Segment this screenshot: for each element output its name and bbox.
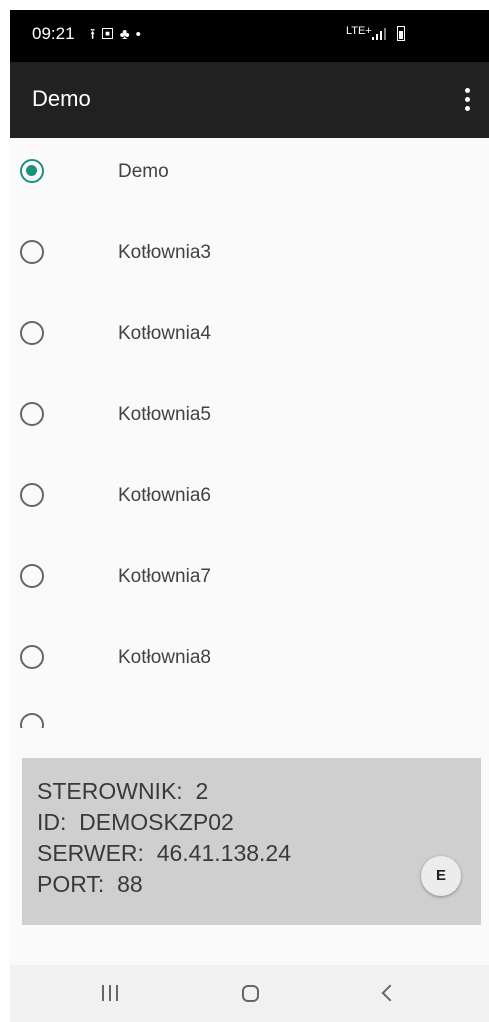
list-item-label: Kotłownia8 — [118, 647, 211, 668]
radio-button-checked[interactable] — [20, 159, 44, 183]
list-item-label: Kotłownia7 — [118, 566, 211, 587]
dot-icon: • — [135, 26, 147, 43]
list-item-kotlownia3[interactable]: Kotłownia3 — [10, 240, 489, 322]
battery-icon — [397, 26, 405, 41]
more-vert-icon[interactable] — [455, 86, 479, 114]
list-item-kotlownia7[interactable]: Kotłownia7 — [10, 564, 489, 646]
list-item-kotlownia5[interactable]: Kotłownia5 — [10, 402, 489, 484]
radio-button[interactable] — [20, 645, 44, 669]
toolbar-title: Demo — [32, 86, 91, 111]
list-item-label: Kotłownia4 — [118, 323, 211, 344]
list-item-demo[interactable]: Demo — [10, 159, 489, 241]
status-time: 09:21 — [32, 24, 75, 43]
notification-icons: ⭱▣♣• — [90, 24, 147, 49]
radio-button[interactable] — [20, 240, 44, 264]
back-icon[interactable] — [370, 977, 410, 1007]
serwer-text: SERWER: 46.41.138.24 — [37, 840, 291, 866]
upload-icon: ⭱ — [90, 26, 102, 43]
list-item-label: Kotłownia6 — [118, 485, 211, 506]
list-item-partial[interactable] — [10, 713, 489, 728]
radio-button[interactable] — [20, 713, 44, 728]
app-notification-icon: ♣ — [119, 26, 136, 43]
list-item-label: Kotłownia3 — [118, 242, 211, 263]
controller-list: Demo Kotłownia3 Kotłownia4 Kotłownia5 Ko… — [10, 138, 489, 728]
image-icon: ▣ — [101, 26, 120, 43]
list-item-label: Demo — [118, 161, 169, 182]
id-text: ID: DEMOSKZP02 — [37, 809, 234, 835]
app-toolbar: Demo — [10, 62, 489, 138]
list-item-kotlownia4[interactable]: Kotłownia4 — [10, 321, 489, 403]
navigation-bar — [10, 965, 489, 1022]
radio-button[interactable] — [20, 321, 44, 345]
home-icon[interactable] — [231, 977, 271, 1007]
sterownik-text: STEROWNIK: 2 — [37, 778, 209, 804]
radio-button[interactable] — [20, 402, 44, 426]
status-bar: 09:21 ⭱▣♣• LTE+ — [10, 10, 489, 62]
radio-button[interactable] — [20, 483, 44, 507]
controller-info-panel: STEROWNIK: 2 ID: DEMOSKZP02 SERWER: 46.4… — [22, 758, 481, 925]
list-item-kotlownia6[interactable]: Kotłownia6 — [10, 483, 489, 565]
list-item-label: Kotłownia5 — [118, 404, 211, 425]
signal-icon — [372, 28, 388, 40]
radio-button[interactable] — [20, 564, 44, 588]
port-text: PORT: 88 — [37, 871, 143, 897]
network-type-label: LTE+ — [346, 25, 372, 37]
recent-apps-icon[interactable] — [90, 977, 130, 1007]
edit-button[interactable]: E — [421, 856, 461, 896]
app-screen: 09:21 ⭱▣♣• LTE+ Demo Demo Kotłownia3 Kot… — [10, 10, 489, 1022]
